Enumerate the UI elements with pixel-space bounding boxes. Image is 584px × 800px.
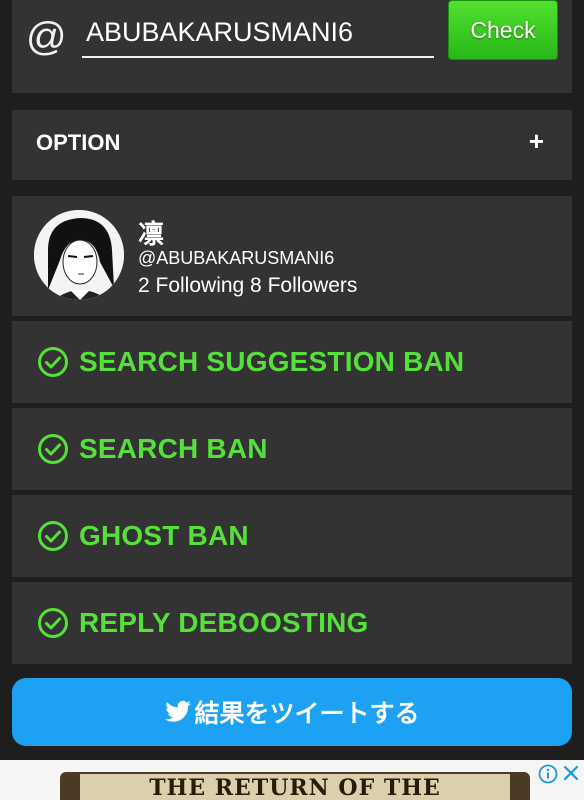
expand-plus-icon: + [528, 126, 544, 156]
ad-banner-text: THE RETURN OF THE [80, 774, 510, 800]
profile-handle: @ABUBAKARUSMANI6 [138, 248, 335, 268]
status-label: SEARCH SUGGESTION BAN [79, 346, 465, 377]
username-form: @ Check [12, 0, 572, 93]
at-symbol: @ [26, 15, 67, 59]
status-label: REPLY DEBOOSTING [79, 607, 369, 638]
check-circle-icon [38, 521, 68, 551]
username-input[interactable] [82, 8, 434, 58]
ad-info-icon[interactable] [538, 764, 558, 784]
check-circle-icon [38, 608, 68, 638]
status-label: GHOST BAN [79, 520, 249, 551]
profile-card: 凛 @ABUBAKARUSMANI6 2 Following 8 Followe… [12, 196, 572, 316]
status-row-ghost-ban: GHOST BAN [12, 495, 572, 577]
display-name: 凛 [138, 220, 165, 250]
status-row-search-ban: SEARCH BAN [12, 408, 572, 490]
check-circle-icon [38, 347, 68, 377]
status-row-reply-deboosting: REPLY DEBOOSTING [12, 582, 572, 664]
avatar-illustration [34, 210, 124, 300]
check-circle-icon [38, 434, 68, 464]
avatar [34, 210, 124, 300]
ad-close-icon[interactable] [562, 764, 580, 782]
option-label: OPTION [36, 130, 121, 155]
status-row-search-suggestion-ban: SEARCH SUGGESTION BAN [12, 321, 572, 403]
ad-banner[interactable]: THE RETURN OF THE [0, 760, 584, 800]
tweet-result-button[interactable]: 結果をツイートする [12, 678, 572, 746]
check-button[interactable]: Check [448, 0, 558, 60]
tweet-button-label: 結果をツイートする [194, 699, 420, 728]
follow-counts: 2 Following 8 Followers [138, 274, 358, 297]
status-label: SEARCH BAN [79, 433, 268, 464]
option-toggle[interactable]: OPTION + [12, 110, 572, 180]
twitter-bird-icon [165, 700, 192, 722]
